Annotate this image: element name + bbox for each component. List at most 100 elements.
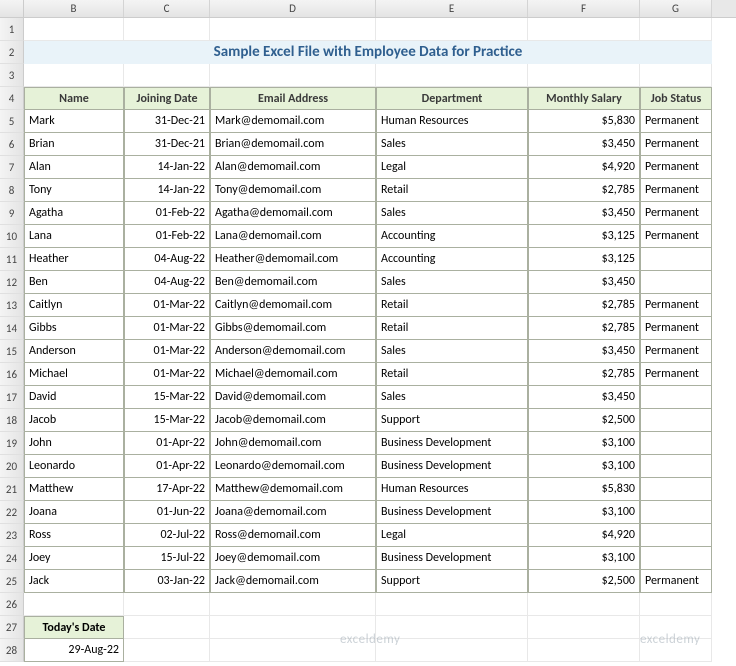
cell-stat[interactable]: Permanent	[640, 363, 712, 386]
cell-join[interactable]: 31-Dec-21	[124, 110, 210, 133]
row-head[interactable]: 23	[0, 524, 24, 547]
cell-email[interactable]: Ben@demomail.com	[210, 271, 376, 294]
cell-name[interactable]: Heather	[24, 248, 124, 271]
cell-join[interactable]: 14-Jan-22	[124, 179, 210, 202]
cell-name[interactable]: Agatha	[24, 202, 124, 225]
row-head[interactable]: 10	[0, 225, 24, 248]
cell-email[interactable]: Brian@demomail.com	[210, 133, 376, 156]
row-head[interactable]: 13	[0, 294, 24, 317]
cell-sal[interactable]: $3,450	[528, 202, 640, 225]
cell-name[interactable]: Anderson	[24, 340, 124, 363]
cell-sal[interactable]: $2,785	[528, 179, 640, 202]
cell-name[interactable]: Jacob	[24, 409, 124, 432]
cell-join[interactable]: 01-Apr-22	[124, 455, 210, 478]
cell-stat[interactable]	[640, 524, 712, 547]
cell-stat[interactable]	[640, 455, 712, 478]
th-name[interactable]: Name	[24, 87, 124, 110]
row-head[interactable]: 19	[0, 432, 24, 455]
row-head[interactable]: 14	[0, 317, 24, 340]
row-head[interactable]: 24	[0, 547, 24, 570]
row-head[interactable]: 4	[0, 87, 24, 110]
cell-name[interactable]: Ross	[24, 524, 124, 547]
cell-join[interactable]: 01-Jun-22	[124, 501, 210, 524]
cell-stat[interactable]: Permanent	[640, 202, 712, 225]
cell-dept[interactable]: Business Development	[376, 501, 528, 524]
th-join[interactable]: Joining Date	[124, 87, 210, 110]
cell-name[interactable]: Lana	[24, 225, 124, 248]
row-head[interactable]: 25	[0, 570, 24, 593]
cell-stat[interactable]	[640, 248, 712, 271]
cell-name[interactable]: Caitlyn	[24, 294, 124, 317]
cell-dept[interactable]: Human Resources	[376, 110, 528, 133]
cell-name[interactable]: Ben	[24, 271, 124, 294]
cell-dept[interactable]: Retail	[376, 363, 528, 386]
row-head[interactable]: 9	[0, 202, 24, 225]
cell-dept[interactable]: Sales	[376, 202, 528, 225]
cell-email[interactable]: Anderson@demomail.com	[210, 340, 376, 363]
row-head[interactable]: 7	[0, 156, 24, 179]
today-label[interactable]: Today's Date	[24, 616, 124, 639]
cell-name[interactable]: Matthew	[24, 478, 124, 501]
cell-email[interactable]: Tony@demomail.com	[210, 179, 376, 202]
row-head[interactable]: 21	[0, 478, 24, 501]
cell-dept[interactable]: Sales	[376, 133, 528, 156]
cell-sal[interactable]: $3,450	[528, 340, 640, 363]
cell-stat[interactable]	[640, 432, 712, 455]
cell-stat[interactable]: Permanent	[640, 156, 712, 179]
cell-join[interactable]: 01-Mar-22	[124, 294, 210, 317]
cell-stat[interactable]: Permanent	[640, 317, 712, 340]
cell-sal[interactable]: $4,920	[528, 524, 640, 547]
row-head[interactable]: 5	[0, 110, 24, 133]
cell-email[interactable]: Mark@demomail.com	[210, 110, 376, 133]
cell-stat[interactable]: Permanent	[640, 340, 712, 363]
th-sal[interactable]: Monthly Salary	[528, 87, 640, 110]
row-head[interactable]: 3	[0, 64, 24, 87]
col-head[interactable]: G	[640, 0, 712, 17]
cell-name[interactable]: David	[24, 386, 124, 409]
col-head[interactable]: B	[24, 0, 124, 17]
cell-email[interactable]: Caitlyn@demomail.com	[210, 294, 376, 317]
cell-dept[interactable]: Legal	[376, 524, 528, 547]
cell-sal[interactable]: $2,500	[528, 409, 640, 432]
cell-dept[interactable]: Retail	[376, 294, 528, 317]
cell-sal[interactable]: $3,100	[528, 547, 640, 570]
row-head[interactable]: 20	[0, 455, 24, 478]
row-head[interactable]: 27	[0, 616, 24, 639]
cell-sal[interactable]: $3,450	[528, 133, 640, 156]
cell-dept[interactable]: Sales	[376, 271, 528, 294]
col-head[interactable]: D	[210, 0, 376, 17]
cell-name[interactable]: Leonardo	[24, 455, 124, 478]
cell-name[interactable]: Joana	[24, 501, 124, 524]
cell-dept[interactable]: Sales	[376, 340, 528, 363]
cell-stat[interactable]	[640, 386, 712, 409]
cell-email[interactable]: Jack@demomail.com	[210, 570, 376, 593]
cell-name[interactable]: Brian	[24, 133, 124, 156]
cell-join[interactable]: 15-Mar-22	[124, 386, 210, 409]
row-head[interactable]: 1	[0, 18, 24, 41]
cell-dept[interactable]: Accounting	[376, 225, 528, 248]
row-head[interactable]: 18	[0, 409, 24, 432]
today-value[interactable]: 29-Aug-22	[24, 639, 124, 662]
col-head[interactable]: F	[528, 0, 640, 17]
cell-stat[interactable]: Permanent	[640, 110, 712, 133]
cell-dept[interactable]: Legal	[376, 156, 528, 179]
cell-dept[interactable]: Retail	[376, 317, 528, 340]
cell-dept[interactable]: Retail	[376, 179, 528, 202]
cell-email[interactable]: Joey@demomail.com	[210, 547, 376, 570]
cell-email[interactable]: Ross@demomail.com	[210, 524, 376, 547]
cell-stat[interactable]: Permanent	[640, 179, 712, 202]
cell-stat[interactable]	[640, 501, 712, 524]
cell-dept[interactable]: Business Development	[376, 432, 528, 455]
cell-sal[interactable]: $2,785	[528, 363, 640, 386]
row-head[interactable]: 2	[0, 41, 24, 64]
cell-dept[interactable]: Human Resources	[376, 478, 528, 501]
col-head[interactable]: E	[376, 0, 528, 17]
col-head[interactable]: C	[124, 0, 210, 17]
row-head[interactable]: 8	[0, 179, 24, 202]
cell-name[interactable]: Michael	[24, 363, 124, 386]
cell-dept[interactable]: Business Development	[376, 547, 528, 570]
cell-sal[interactable]: $3,100	[528, 432, 640, 455]
cell-dept[interactable]: Sales	[376, 386, 528, 409]
cell-join[interactable]: 31-Dec-21	[124, 133, 210, 156]
cell-join[interactable]: 01-Feb-22	[124, 202, 210, 225]
